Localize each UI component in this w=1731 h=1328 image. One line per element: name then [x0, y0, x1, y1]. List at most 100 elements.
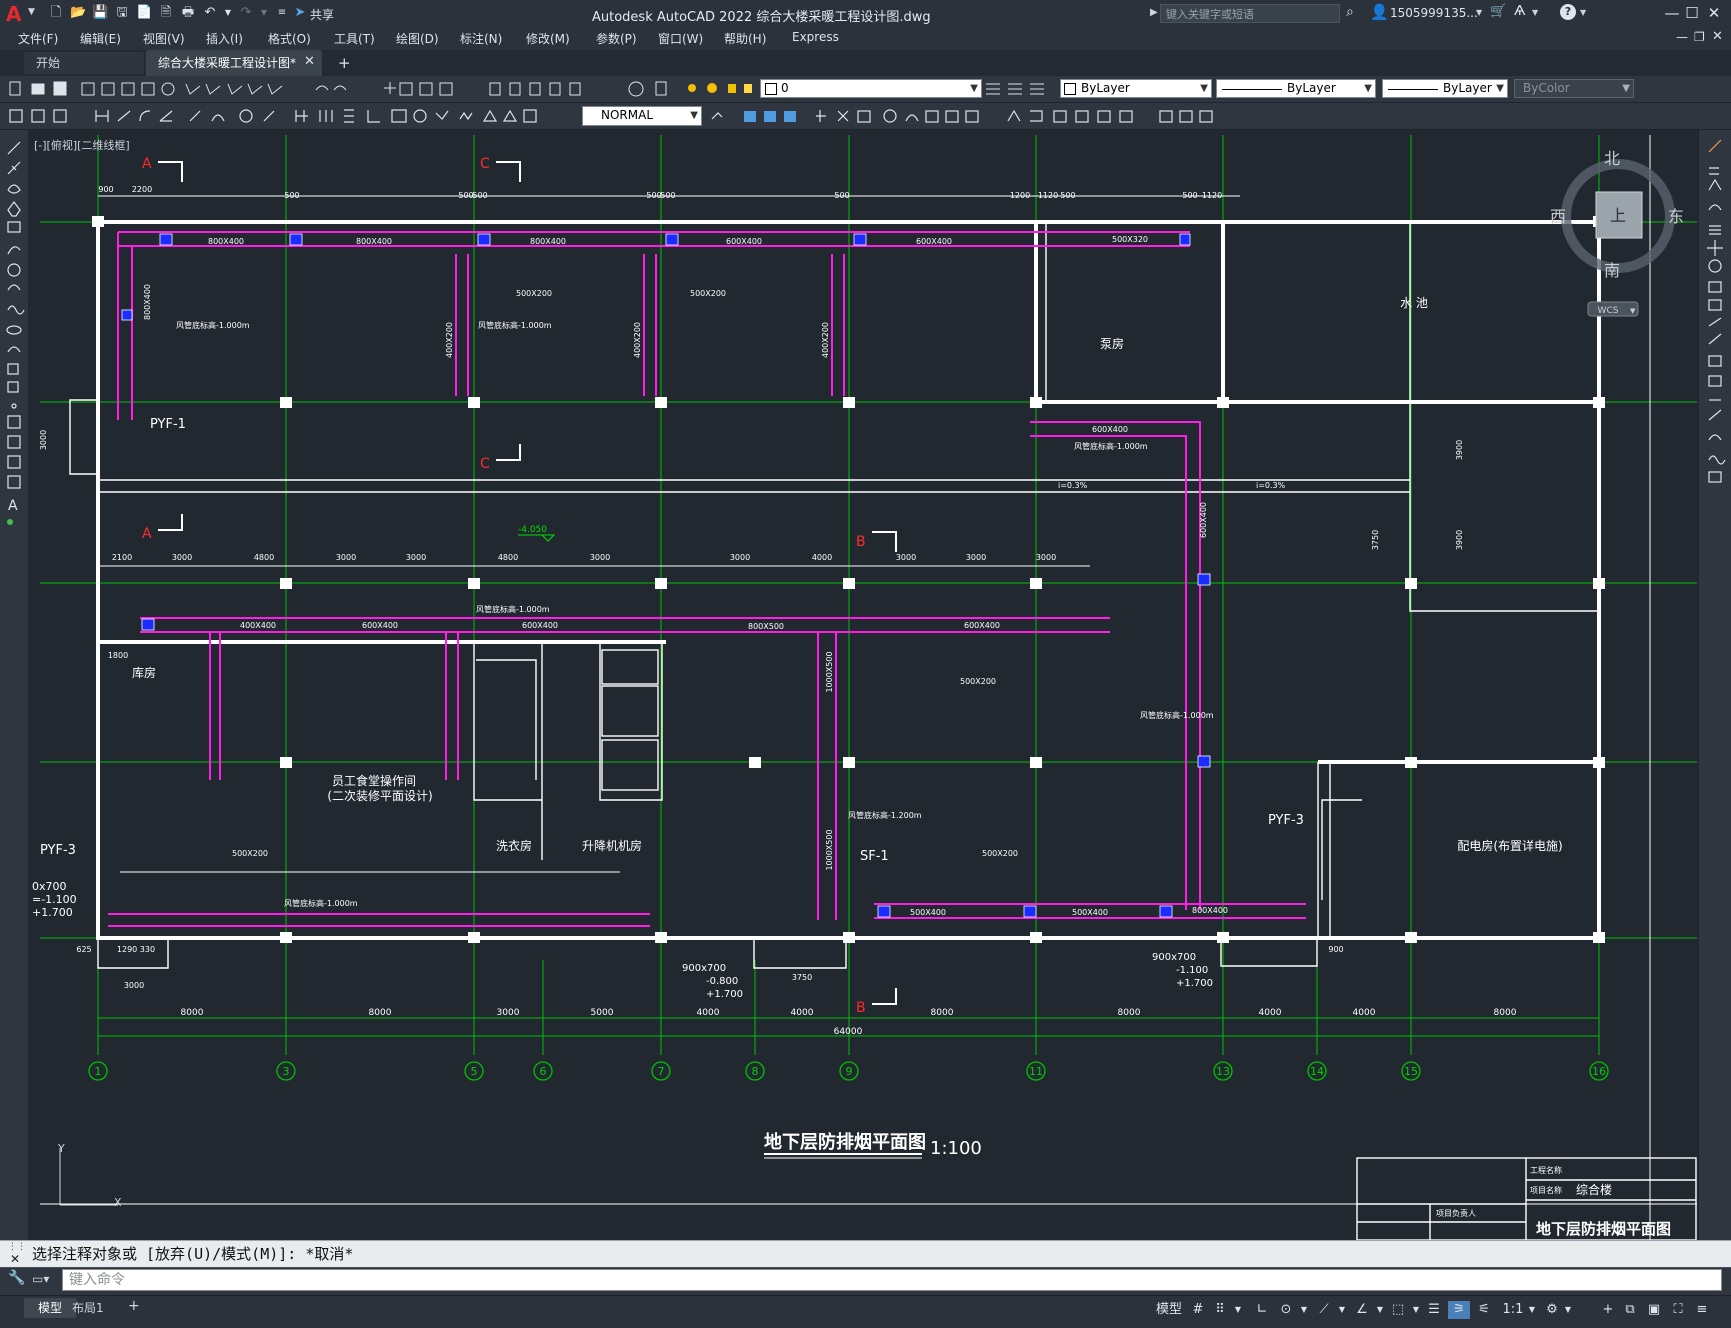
- help-dropdown-icon[interactable]: ▼: [1580, 8, 1586, 17]
- plotstyle-combo[interactable]: ByColor ▼: [1514, 79, 1634, 98]
- chevron-down-icon[interactable]: ▼: [1298, 1301, 1310, 1319]
- chevron-down-icon[interactable]: ▼: [1562, 1301, 1574, 1319]
- tab-layout1[interactable]: 布局1: [72, 1298, 108, 1318]
- add-layout-button[interactable]: +: [128, 1298, 140, 1314]
- close-icon[interactable]: ✕: [1704, 4, 1724, 22]
- redo-icon[interactable]: ↷: [238, 5, 254, 21]
- viewcube[interactable]: 上 北 南 东 西 WCS ▼: [1548, 146, 1688, 326]
- customize-icon[interactable]: ≡: [1692, 1301, 1712, 1319]
- help-icon[interactable]: ?: [1560, 4, 1576, 20]
- undo-dropdown-icon[interactable]: ▼: [220, 5, 236, 21]
- draw-toolbar-icons[interactable]: A: [0, 130, 28, 590]
- menu-format[interactable]: 格式(O): [268, 30, 311, 47]
- share-button[interactable]: 共享: [310, 6, 334, 23]
- command-input[interactable]: 键入命令: [62, 1269, 1722, 1291]
- annotation-visibility-icon[interactable]: ⚞: [1448, 1301, 1470, 1319]
- annotation-scale-button[interactable]: 1:1: [1500, 1301, 1526, 1319]
- document-close-icon[interactable]: ✕: [1712, 29, 1723, 44]
- otrack-icon[interactable]: ⟋: [1314, 1301, 1334, 1319]
- undo-icon[interactable]: ↶: [202, 5, 218, 21]
- menu-express[interactable]: Express: [792, 30, 839, 44]
- menu-parametric[interactable]: 参数(P): [596, 30, 637, 47]
- color-combo[interactable]: ByLayer ▼: [1060, 79, 1212, 98]
- model-space-button[interactable]: 模型: [1152, 1301, 1186, 1319]
- menu-edit[interactable]: 编辑(E): [80, 30, 121, 47]
- menu-window[interactable]: 窗口(W): [658, 30, 703, 47]
- menu-view[interactable]: 视图(V): [143, 30, 185, 47]
- plot-icon[interactable]: 🖶: [180, 5, 196, 21]
- maximize-icon[interactable]: ☐: [1682, 4, 1702, 22]
- drawing-canvas[interactable]: 1 3 5 6 7 8 9 11 13 14 15 16 8000 8000 3…: [29, 130, 1697, 1240]
- drag-handle-icon[interactable]: ⋮⋮: [8, 1242, 26, 1252]
- chevron-down-icon[interactable]: ▼: [1526, 1301, 1538, 1319]
- fullscreen-icon[interactable]: ⛶: [1668, 1301, 1688, 1319]
- menu-help[interactable]: 帮助(H): [724, 30, 766, 47]
- menu-file[interactable]: 文件(F): [18, 30, 58, 47]
- tab-start[interactable]: 开始: [24, 52, 144, 74]
- viewcube-top[interactable]: 上: [1610, 206, 1626, 225]
- hardware-accel-icon[interactable]: ▣: [1644, 1301, 1664, 1319]
- modify-toolbar-icons[interactable]: [1699, 130, 1731, 550]
- save-web-icon[interactable]: 🗎: [158, 5, 174, 21]
- user-name[interactable]: 1505999135...: [1390, 6, 1478, 20]
- user-dropdown-icon[interactable]: ▼: [1476, 8, 1482, 17]
- a360-dropdown-icon[interactable]: ▼: [1532, 8, 1538, 17]
- wcs-menu[interactable]: WCS: [1598, 306, 1619, 316]
- open-icon[interactable]: 📂: [70, 5, 86, 21]
- dimension-toolbar-icons[interactable]: [0, 103, 1731, 129]
- dimstyle-combo[interactable]: NORMAL ▼: [582, 106, 702, 126]
- lineweight-icon[interactable]: ☰: [1424, 1301, 1444, 1319]
- chevron-down-icon[interactable]: ▼: [1630, 307, 1636, 315]
- tab-close-icon[interactable]: ✕: [304, 54, 315, 69]
- redo-dropdown-icon[interactable]: ▼: [256, 5, 272, 21]
- document-minimize-icon[interactable]: —: [1676, 30, 1688, 44]
- chevron-down-icon[interactable]: ▼: [1232, 1301, 1244, 1319]
- units-icon[interactable]: +: [1598, 1301, 1618, 1319]
- search-icon[interactable]: ⌕: [1346, 4, 1354, 20]
- menu-tools[interactable]: 工具(T): [334, 30, 375, 47]
- viewcube-east[interactable]: 东: [1668, 207, 1684, 226]
- ortho-icon[interactable]: ∟: [1252, 1301, 1272, 1319]
- close-icon[interactable]: ✕: [10, 1252, 20, 1266]
- menu-dimension[interactable]: 标注(N): [460, 30, 502, 47]
- osnap-icon[interactable]: ∠: [1352, 1301, 1372, 1319]
- menu-draw[interactable]: 绘图(D): [396, 30, 439, 47]
- app-menu-chevron-icon[interactable]: ▼: [28, 7, 35, 17]
- polar-icon[interactable]: ⊙: [1276, 1301, 1296, 1319]
- workspace-icon[interactable]: ⚙: [1542, 1301, 1562, 1319]
- a360-icon[interactable]: Ѧ: [1514, 4, 1525, 19]
- new-icon[interactable]: 🗋: [48, 5, 64, 21]
- menu-insert[interactable]: 插入(I): [206, 30, 243, 47]
- search-input[interactable]: 键入关键字或短语: [1160, 4, 1340, 23]
- minimize-icon[interactable]: —: [1662, 4, 1682, 22]
- tab-document[interactable]: 综合大楼采暖工程设计图*: [146, 50, 322, 76]
- snap-icon[interactable]: ⠿: [1210, 1301, 1230, 1319]
- viewcube-north[interactable]: 北: [1604, 149, 1620, 168]
- selection-cycling-icon[interactable]: ⬚: [1388, 1301, 1408, 1319]
- viewport-controls[interactable]: [-][俯视][二维线框]: [34, 137, 130, 153]
- cart-icon[interactable]: 🛒: [1490, 4, 1506, 19]
- customize-qat-icon[interactable]: ≡: [274, 5, 290, 21]
- search-expand-icon[interactable]: ▶: [1150, 7, 1158, 18]
- autocad-logo-icon[interactable]: A: [6, 2, 21, 26]
- command-prompt-icon[interactable]: ▭▾: [32, 1272, 49, 1286]
- chevron-down-icon[interactable]: ▼: [1410, 1301, 1422, 1319]
- menu-modify[interactable]: 修改(M): [526, 30, 570, 47]
- layer-combo[interactable]: 0 ▼: [760, 79, 982, 98]
- save-icon[interactable]: 💾: [92, 5, 108, 21]
- isolate-icon[interactable]: ⧉: [1620, 1301, 1640, 1319]
- document-restore-icon[interactable]: ❐: [1694, 30, 1705, 44]
- saveas-icon[interactable]: 🖫: [114, 5, 130, 21]
- wrench-icon[interactable]: 🔧: [8, 1270, 25, 1286]
- user-icon[interactable]: 👤: [1370, 3, 1389, 21]
- chevron-down-icon[interactable]: ▼: [1374, 1301, 1386, 1319]
- auto-scale-icon[interactable]: ⚟: [1474, 1301, 1494, 1319]
- open-web-icon[interactable]: 📄: [136, 5, 152, 21]
- viewcube-south[interactable]: 南: [1604, 261, 1620, 280]
- chevron-down-icon[interactable]: ▼: [1336, 1301, 1348, 1319]
- tab-model[interactable]: 模型: [24, 1298, 76, 1318]
- share-icon[interactable]: ➤: [292, 5, 308, 21]
- new-tab-button[interactable]: +: [338, 54, 351, 72]
- grid-icon[interactable]: #: [1188, 1301, 1208, 1319]
- viewcube-west[interactable]: 西: [1550, 207, 1566, 226]
